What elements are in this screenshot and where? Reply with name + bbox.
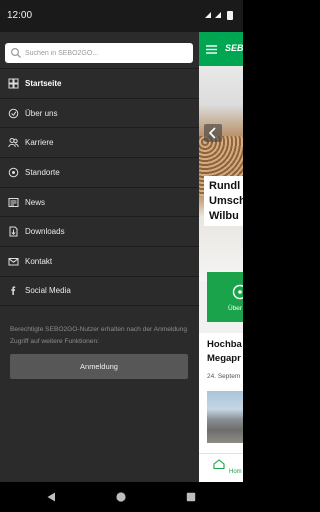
mail-icon (8, 257, 19, 266)
login-info-text: Berechtigte SEBO2GO-Nutzer erhalten nach… (10, 326, 188, 345)
newspaper-icon (8, 197, 19, 207)
menu-item-label: Startseite (25, 78, 62, 88)
back-icon[interactable] (45, 491, 57, 503)
system-navigation-bar (0, 482, 243, 512)
info-icon (8, 108, 19, 118)
navigation-drawer: Startseite Über uns Karriere Standorte (0, 32, 199, 482)
news-thumbnail[interactable] (207, 391, 243, 443)
search-icon (10, 47, 21, 58)
home-button-icon[interactable] (115, 491, 127, 503)
quicklink-label: Über (228, 305, 243, 312)
search-box[interactable] (5, 43, 193, 63)
menu-item-startseite[interactable]: Startseite (0, 68, 199, 98)
menu-item-label: Karriere (25, 138, 54, 148)
download-icon (9, 226, 18, 237)
menu-item-downloads[interactable]: Downloads (0, 216, 199, 246)
home-icon (8, 78, 19, 89)
menu-item-label: News (25, 197, 46, 207)
status-bar: 12:00 (0, 0, 243, 32)
menu-item-standorte[interactable]: Standorte (0, 157, 199, 187)
menu-item-news[interactable]: News (0, 186, 199, 217)
hero-image (199, 66, 243, 281)
menu-item-label: Downloads (25, 227, 65, 237)
info-circle-icon (232, 284, 243, 300)
hero-title: Rundl Umsch Wilbu (209, 180, 243, 222)
app-logo: SEB (225, 43, 243, 53)
news-title[interactable]: Hochba Megapr (207, 338, 242, 366)
home-tab-label[interactable]: Hom (229, 469, 242, 475)
menu-item-ueber-uns[interactable]: Über uns (0, 97, 199, 128)
facebook-icon (11, 286, 16, 296)
login-button[interactable]: Anmeldung (10, 354, 188, 379)
news-date: 24. Septem (207, 373, 241, 380)
menu-item-label: Über uns (25, 108, 58, 118)
menu-item-karriere[interactable]: Karriere (0, 127, 199, 157)
menu-item-social-media[interactable]: Social Media (0, 275, 199, 306)
hamburger-menu-icon[interactable] (206, 45, 217, 54)
menu-item-label: Social Media (25, 286, 71, 296)
home-tab-icon[interactable] (213, 459, 225, 469)
status-time: 12:00 (7, 10, 33, 21)
drawer-menu: Startseite Über uns Karriere Standorte N… (0, 68, 199, 306)
menu-item-kontakt[interactable]: Kontakt (0, 246, 199, 276)
search-input[interactable] (25, 43, 187, 63)
chevron-left-icon[interactable] (204, 124, 222, 142)
people-icon (8, 138, 19, 148)
battery-wifi-icon (205, 11, 233, 20)
menu-item-label: Kontakt (25, 256, 53, 266)
location-icon (8, 167, 19, 178)
recents-icon[interactable] (185, 491, 197, 503)
menu-item-label: Standorte (25, 167, 60, 177)
background-page[interactable]: SEB Rundl Umsch Wilbu Über Hochba Megapr… (199, 32, 243, 482)
